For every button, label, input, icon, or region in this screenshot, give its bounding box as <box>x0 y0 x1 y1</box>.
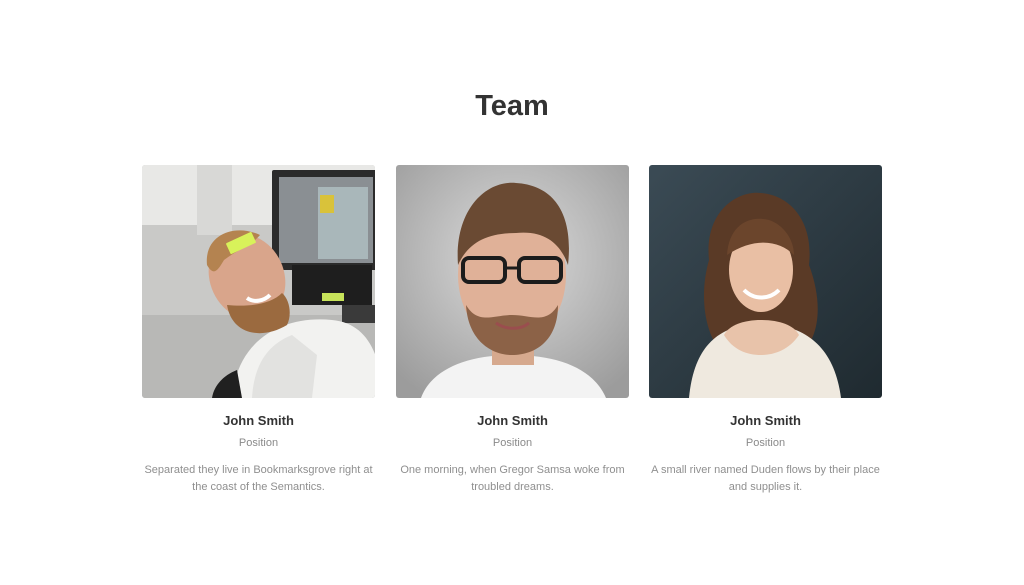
member-name: John Smith <box>223 413 294 428</box>
member-photo-image <box>396 165 629 398</box>
team-member-card: John Smith Position Separated they live … <box>142 165 375 496</box>
member-bio: A small river named Duden flows by their… <box>651 464 880 493</box>
team-section: Team John Smith Position Separated they … <box>0 0 1024 585</box>
member-name: John Smith <box>730 413 801 428</box>
member-name: John Smith <box>477 413 548 428</box>
team-member-card: John Smith Position One morning, when Gr… <box>396 165 629 496</box>
member-bio: Separated they live in Bookmarksgrove ri… <box>144 464 373 493</box>
section-title: Team <box>475 90 549 122</box>
member-photo-image <box>649 165 882 398</box>
member-photo-image <box>142 165 375 398</box>
member-bio: One morning, when Gregor Samsa woke from… <box>400 464 625 493</box>
team-member-card: John Smith Position A small river named … <box>649 165 882 496</box>
member-photo <box>396 165 629 398</box>
member-photo <box>142 165 375 398</box>
member-position: Position <box>745 437 786 449</box>
member-position: Position <box>492 437 533 449</box>
member-position: Position <box>238 437 279 449</box>
member-photo <box>649 165 882 398</box>
